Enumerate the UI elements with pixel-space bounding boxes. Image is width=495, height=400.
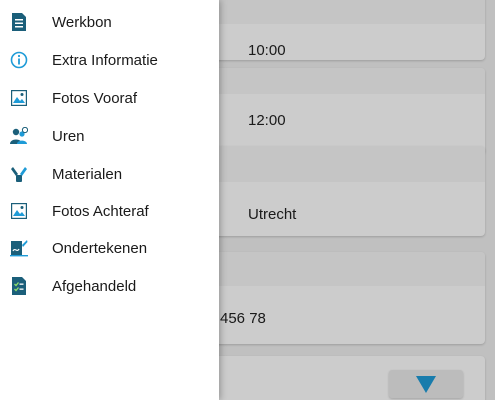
image-icon [10, 89, 28, 107]
menu-item-label: Uren [52, 127, 85, 145]
navigation-drawer: Werkbon Extra Informatie Fotos Vooraf Ur… [0, 0, 219, 400]
menu-item-werkbon[interactable]: Werkbon [0, 3, 219, 41]
menu-item-ondertekenen[interactable]: Ondertekenen [0, 229, 219, 267]
menu-item-label: Ondertekenen [52, 239, 148, 257]
menu-item-extra-informatie[interactable]: Extra Informatie [0, 41, 219, 79]
menu-item-label: Fotos Achteraf [52, 202, 149, 220]
menu-item-label: Werkbon [52, 13, 112, 31]
menu-item-materialen[interactable]: Materialen [0, 155, 219, 193]
menu-item-label: Fotos Vooraf [52, 89, 138, 107]
signature-icon [10, 239, 28, 257]
checklist-icon [10, 277, 28, 295]
tools-icon [10, 165, 28, 183]
users-clock-icon [10, 127, 28, 145]
info-icon [10, 51, 28, 69]
document-icon [10, 13, 28, 31]
menu-item-uren[interactable]: Uren [0, 117, 219, 155]
menu-item-label: Afgehandeld [52, 277, 137, 295]
menu-item-fotos-achteraf[interactable]: Fotos Achteraf [0, 192, 219, 230]
menu-item-fotos-vooraf[interactable]: Fotos Vooraf [0, 79, 219, 117]
image-icon [10, 202, 28, 220]
menu-item-afgehandeld[interactable]: Afgehandeld [0, 267, 219, 305]
menu-item-label: Materialen [52, 165, 123, 183]
menu-item-label: Extra Informatie [52, 51, 158, 69]
